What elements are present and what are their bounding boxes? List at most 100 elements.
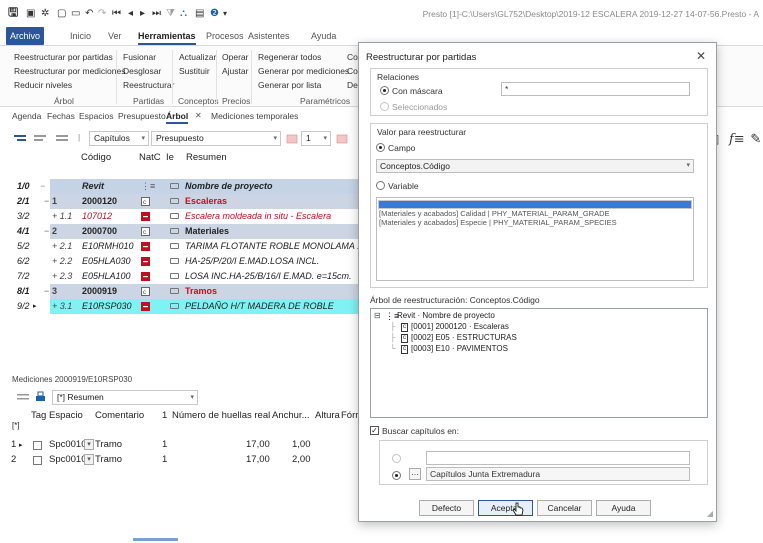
regenerar-todos-button[interactable]: Regenerar todos [258,52,321,62]
header-altura[interactable]: Altura [315,410,340,421]
tab-herramientas[interactable]: Herramientas [138,27,196,45]
table-row[interactable]: 6/2 + 2.2 E05HLA030 HA-25/P/20/I E.MAD.L… [0,254,360,269]
resize-grip-icon[interactable]: ◢ [707,509,713,518]
espacio-value[interactable]: Spc0010 [49,439,87,450]
defecto-button[interactable]: Defecto [419,500,474,516]
variables-list[interactable]: [Materiales y acabados] Calidad | PHY_MA… [376,197,694,281]
next-icon[interactable]: ▸ [140,6,145,20]
formula-icon[interactable]: f≡ [729,132,745,147]
table-row[interactable]: 2 Spc0010 ▾ Tramo 1 17,00 2,00 [0,453,360,467]
collapse-icon[interactable]: − [44,226,49,236]
chevron-down-icon[interactable]: ▾ [84,439,94,450]
filter-icon[interactable]: ⧩ [166,6,175,20]
collapse-icon[interactable]: − [40,181,45,191]
chevron-down-icon[interactable]: ▾ [84,454,94,465]
tab-inicio[interactable]: Inicio [70,27,91,45]
anchura-value[interactable]: 1,00 [292,439,311,450]
help-icon[interactable]: ❷ [210,6,219,20]
level-select[interactable]: 1 ▾ [301,131,331,146]
header-tag[interactable]: Tag [31,410,46,421]
generar-mediciones-button[interactable]: Generar por mediciones [258,66,349,76]
edit-icon[interactable]: ✎ [750,131,761,146]
operar-button[interactable]: Operar [222,52,248,62]
table-row[interactable]: 2/1 − 1 2000120 c Escaleras [0,194,360,209]
reestructurar-mediciones-button[interactable]: Reestructurar por mediciones [14,66,126,76]
tab-procesos[interactable]: Procesos [206,27,244,45]
header-espacio[interactable]: Espacio [49,410,83,421]
tab-asistentes[interactable]: Asistentes [248,27,290,45]
comentario-value[interactable]: Tramo [95,454,122,465]
color-icon[interactable] [286,134,298,144]
comentario-value[interactable]: Tramo [95,439,122,450]
tree-node-root[interactable]: Revit · Nombre de proyecto [397,311,495,320]
buscar-junta-input[interactable]: Capítulos Junta Extremadura [426,467,690,481]
tree-node[interactable]: [0003] E10 · PAVIMENTOS [411,344,508,353]
reestructurar-partidas-button[interactable]: Reestructurar por partidas [14,52,113,62]
tab-agenda[interactable]: Agenda [12,111,41,121]
table-row[interactable]: 3/2 + 1.1 107012 Escalera moldeada in si… [0,209,360,224]
tab-mediciones-temporales[interactable]: Mediciones temporales [211,111,298,121]
ajustar-button[interactable]: Ajustar [222,66,248,76]
table-row[interactable]: 1/0 − Revit ⋮≡ Nombre de proyecto [0,179,360,194]
level-color-icon[interactable] [336,134,348,144]
n-value[interactable]: 1 [162,454,167,465]
calc-icon[interactable]: ▤ [195,6,204,20]
header-huellas[interactable]: Número de huellas real [172,410,270,421]
tree-icon[interactable]: ⛬ [180,6,187,20]
new-icon[interactable]: ▢ [57,6,66,20]
con-mascara-label[interactable]: Con máscara [392,86,443,96]
table-row[interactable]: 8/1 − 3 2000919 c Tramos [0,284,360,299]
seleccionados-radio[interactable] [380,102,389,111]
ribbon-item-co[interactable]: Co [347,52,358,62]
print-icon[interactable] [35,391,46,402]
list-item[interactable]: [Materiales y acabados] Especie | PHY_MA… [379,218,617,227]
header-natc[interactable]: NatC [139,152,161,163]
tab-ayuda[interactable]: Ayuda [311,27,336,45]
tab-espacios[interactable]: Espacios [79,111,114,121]
huellas-value[interactable]: 17,00 [246,454,270,465]
horizontal-scrollbar[interactable] [133,538,178,541]
generar-lista-button[interactable]: Generar por lista [258,80,321,90]
tab-ver[interactable]: Ver [108,27,122,45]
table-row[interactable]: 5/2 + 2.1 E10RMH010 TARIMA FLOTANTE ROBL… [0,239,362,254]
espacio-value[interactable]: Spc0010 [49,454,87,465]
collapse-icon[interactable]: ⊟ [374,311,381,320]
reestructurar-button[interactable]: Reestructurar [123,80,175,90]
save-as-icon[interactable]: ▣ [26,6,35,20]
collapse-icon[interactable]: − [44,196,49,206]
tab-fechas[interactable]: Fechas [47,111,75,121]
tab-arbol[interactable]: Árbol [166,111,189,124]
fusionar-button[interactable]: Fusionar [123,52,156,62]
prev-icon[interactable]: ◂ [128,6,133,20]
actualizar-button[interactable]: Actualizar [179,52,216,62]
reducir-niveles-button[interactable]: Reducir niveles [14,80,72,90]
header-n[interactable]: 1 [162,410,167,421]
save-icon[interactable]: 🖫 [8,5,18,20]
cancelar-button[interactable]: Cancelar [537,500,592,516]
presupuesto-select[interactable]: Presupuesto ▾ [151,131,281,146]
header-resumen[interactable]: Resumen [186,152,227,163]
n-value[interactable]: 1 [162,439,167,450]
variable-label[interactable]: Variable [388,181,419,191]
header-formula[interactable]: Fórr [341,410,358,421]
ribbon-item-co[interactable]: Co [347,66,358,76]
browse-button[interactable]: … [409,468,421,480]
buscar-label[interactable]: Buscar capítulos en: [382,426,459,436]
capitulos-select[interactable]: Capítulos ▾ [89,131,149,146]
con-mascara-radio[interactable] [380,86,389,95]
tree-node[interactable]: [0001] 2000120 · Escaleras [411,322,509,331]
row-checkbox[interactable] [33,441,42,450]
close-icon[interactable]: ✕ [696,49,706,63]
ayuda-button[interactable]: Ayuda [596,500,651,516]
campo-select[interactable]: Conceptos.Código ▾ [376,159,694,173]
sustituir-button[interactable]: Sustituir [179,66,210,76]
copy-icon[interactable]: ▭ [71,6,80,20]
variable-radio[interactable] [376,181,385,190]
huellas-value[interactable]: 17,00 [246,439,270,450]
desglosar-button[interactable]: Desglosar [123,66,161,76]
undo-icon[interactable]: ↶ [85,6,93,20]
last-icon[interactable]: ⏭ [152,6,161,20]
header-anchura[interactable]: Anchur... [272,410,310,421]
customize-icon[interactable]: ▾ [223,6,227,20]
list-icon[interactable] [56,134,68,144]
